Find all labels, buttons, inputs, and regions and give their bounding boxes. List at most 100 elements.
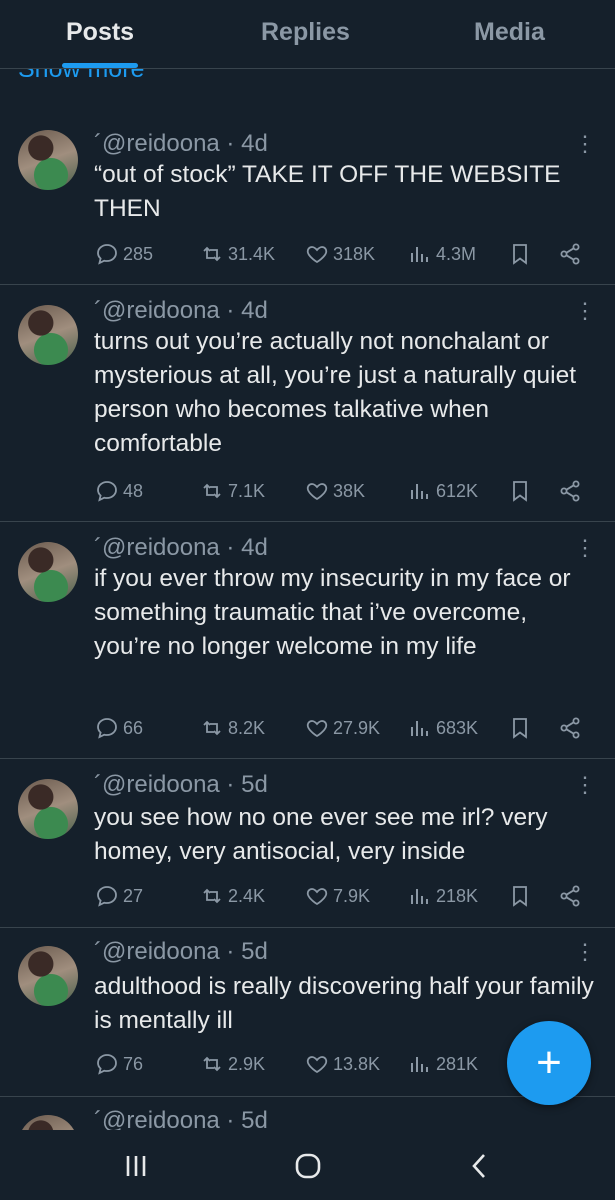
share-button[interactable] bbox=[558, 884, 582, 908]
reply-count: 66 bbox=[123, 717, 144, 738]
bookmark-button[interactable] bbox=[508, 479, 532, 503]
post[interactable]: ´@reidoona · 5d bbox=[0, 1097, 615, 1130]
profile-tabs: Posts Replies Media bbox=[0, 0, 615, 69]
repost-button[interactable]: 2.4K bbox=[200, 884, 265, 908]
post-actions: 285 31.4K 318K 4.3M bbox=[0, 242, 615, 272]
avatar[interactable] bbox=[18, 130, 78, 190]
views-button[interactable]: 4.3M bbox=[408, 242, 476, 266]
avatar[interactable] bbox=[18, 305, 78, 365]
reply-button[interactable]: 48 bbox=[95, 479, 143, 503]
avatar[interactable] bbox=[18, 946, 78, 1006]
post-handle[interactable]: ´@reidoona bbox=[94, 938, 220, 965]
recent-apps-icon[interactable] bbox=[120, 1150, 152, 1182]
avatar[interactable] bbox=[18, 542, 78, 602]
post-actions: 48 7.1K 38K 612K bbox=[0, 479, 615, 509]
share-icon bbox=[560, 885, 580, 907]
post-meta: ´@reidoona · 4d bbox=[94, 534, 268, 561]
share-icon bbox=[560, 243, 580, 265]
repost-count: 2.9K bbox=[228, 1053, 266, 1074]
avatar[interactable] bbox=[18, 779, 78, 839]
post-meta: ´@reidoona · 5d bbox=[94, 938, 268, 965]
reply-button[interactable]: 66 bbox=[95, 716, 143, 740]
like-button[interactable]: 13.8K bbox=[305, 1052, 380, 1076]
more-options-icon[interactable]: ⋮ bbox=[574, 774, 596, 796]
reply-icon bbox=[97, 244, 117, 265]
more-options-icon[interactable]: ⋮ bbox=[574, 941, 596, 963]
views-count: 612K bbox=[436, 480, 479, 501]
bookmark-button[interactable] bbox=[508, 884, 532, 908]
active-tab-indicator bbox=[62, 63, 138, 68]
android-navigation-bar bbox=[0, 1130, 615, 1200]
like-button[interactable]: 38K bbox=[305, 479, 365, 503]
views-button[interactable]: 218K bbox=[408, 884, 478, 908]
heart-icon bbox=[306, 483, 328, 501]
heart-icon bbox=[306, 246, 328, 264]
repost-button[interactable]: 2.9K bbox=[200, 1052, 265, 1076]
bookmark-button[interactable] bbox=[508, 716, 532, 740]
share-button[interactable] bbox=[558, 716, 582, 740]
like-count: 318K bbox=[333, 243, 376, 264]
tab-replies[interactable]: Replies bbox=[261, 18, 350, 47]
post-handle[interactable]: ´@reidoona bbox=[94, 534, 220, 561]
post-handle[interactable]: ´@reidoona bbox=[94, 297, 220, 324]
reply-icon bbox=[97, 718, 117, 739]
reply-icon bbox=[97, 886, 117, 907]
post-meta: ´@reidoona · 5d bbox=[94, 1107, 268, 1130]
reply-count: 76 bbox=[123, 1053, 144, 1074]
views-count: 683K bbox=[436, 717, 479, 738]
reply-count: 285 bbox=[123, 243, 154, 264]
more-options-icon[interactable]: ⋮ bbox=[574, 133, 596, 155]
like-count: 7.9K bbox=[333, 885, 371, 906]
avatar[interactable] bbox=[18, 1115, 78, 1130]
post[interactable]: ´@reidoona · 4d ⋮ “out of stock” TAKE IT… bbox=[0, 108, 615, 285]
post[interactable]: ´@reidoona · 4d ⋮ turns out you’re actua… bbox=[0, 285, 615, 522]
bookmark-icon bbox=[513, 886, 527, 907]
like-button[interactable]: 27.9K bbox=[305, 716, 380, 740]
like-button[interactable]: 318K bbox=[305, 242, 375, 266]
post-handle[interactable]: ´@reidoona bbox=[94, 130, 220, 157]
post-handle[interactable]: ´@reidoona bbox=[94, 1107, 220, 1130]
reply-count: 48 bbox=[123, 480, 144, 501]
back-icon[interactable] bbox=[464, 1150, 496, 1182]
repost-button[interactable]: 8.2K bbox=[200, 716, 265, 740]
views-icon bbox=[411, 1057, 428, 1072]
more-options-icon[interactable]: ⋮ bbox=[574, 300, 596, 322]
repost-count: 31.4K bbox=[228, 243, 276, 264]
post-text: turns out you’re actually not nonchalant… bbox=[94, 328, 577, 457]
views-button[interactable]: 612K bbox=[408, 479, 478, 503]
post-handle[interactable]: ´@reidoona bbox=[94, 771, 220, 798]
compose-button[interactable]: + bbox=[507, 1021, 591, 1105]
reply-count: 27 bbox=[123, 885, 144, 906]
tab-posts[interactable]: Posts bbox=[66, 18, 134, 47]
reply-button[interactable]: 27 bbox=[95, 884, 143, 908]
like-count: 27.9K bbox=[333, 717, 381, 738]
repost-icon bbox=[203, 720, 221, 736]
share-button[interactable] bbox=[558, 242, 582, 266]
post-meta: ´@reidoona · 5d bbox=[94, 771, 268, 798]
post[interactable]: ´@reidoona · 5d ⋮ you see how no one eve… bbox=[0, 759, 615, 928]
share-icon bbox=[560, 717, 580, 739]
views-button[interactable]: 281K bbox=[408, 1052, 478, 1076]
reply-button[interactable]: 285 bbox=[95, 242, 153, 266]
post-text: adulthood is really discovering half you… bbox=[94, 973, 594, 1034]
views-icon bbox=[411, 484, 428, 499]
home-icon[interactable] bbox=[292, 1150, 324, 1182]
bookmark-button[interactable] bbox=[508, 242, 532, 266]
post[interactable]: ´@reidoona · 4d ⋮ if you ever throw my i… bbox=[0, 522, 615, 759]
bookmark-icon bbox=[513, 481, 527, 502]
views-button[interactable]: 683K bbox=[408, 716, 478, 740]
views-count: 218K bbox=[436, 885, 479, 906]
timeline: Show more ´@reidoona · 4d ⋮ “out of stoc… bbox=[0, 0, 615, 1130]
reply-button[interactable]: 76 bbox=[95, 1052, 143, 1076]
views-icon bbox=[411, 247, 428, 262]
share-icon bbox=[560, 480, 580, 502]
tab-media[interactable]: Media bbox=[474, 18, 545, 47]
repost-count: 8.2K bbox=[228, 717, 266, 738]
like-button[interactable]: 7.9K bbox=[305, 884, 370, 908]
more-options-icon[interactable]: ⋮ bbox=[574, 537, 596, 559]
post-meta: ´@reidoona · 4d bbox=[94, 297, 268, 324]
repost-button[interactable]: 31.4K bbox=[200, 242, 275, 266]
share-button[interactable] bbox=[558, 479, 582, 503]
post-text: “out of stock” TAKE IT OFF THE WEBSITE T… bbox=[94, 161, 561, 222]
repost-button[interactable]: 7.1K bbox=[200, 479, 265, 503]
